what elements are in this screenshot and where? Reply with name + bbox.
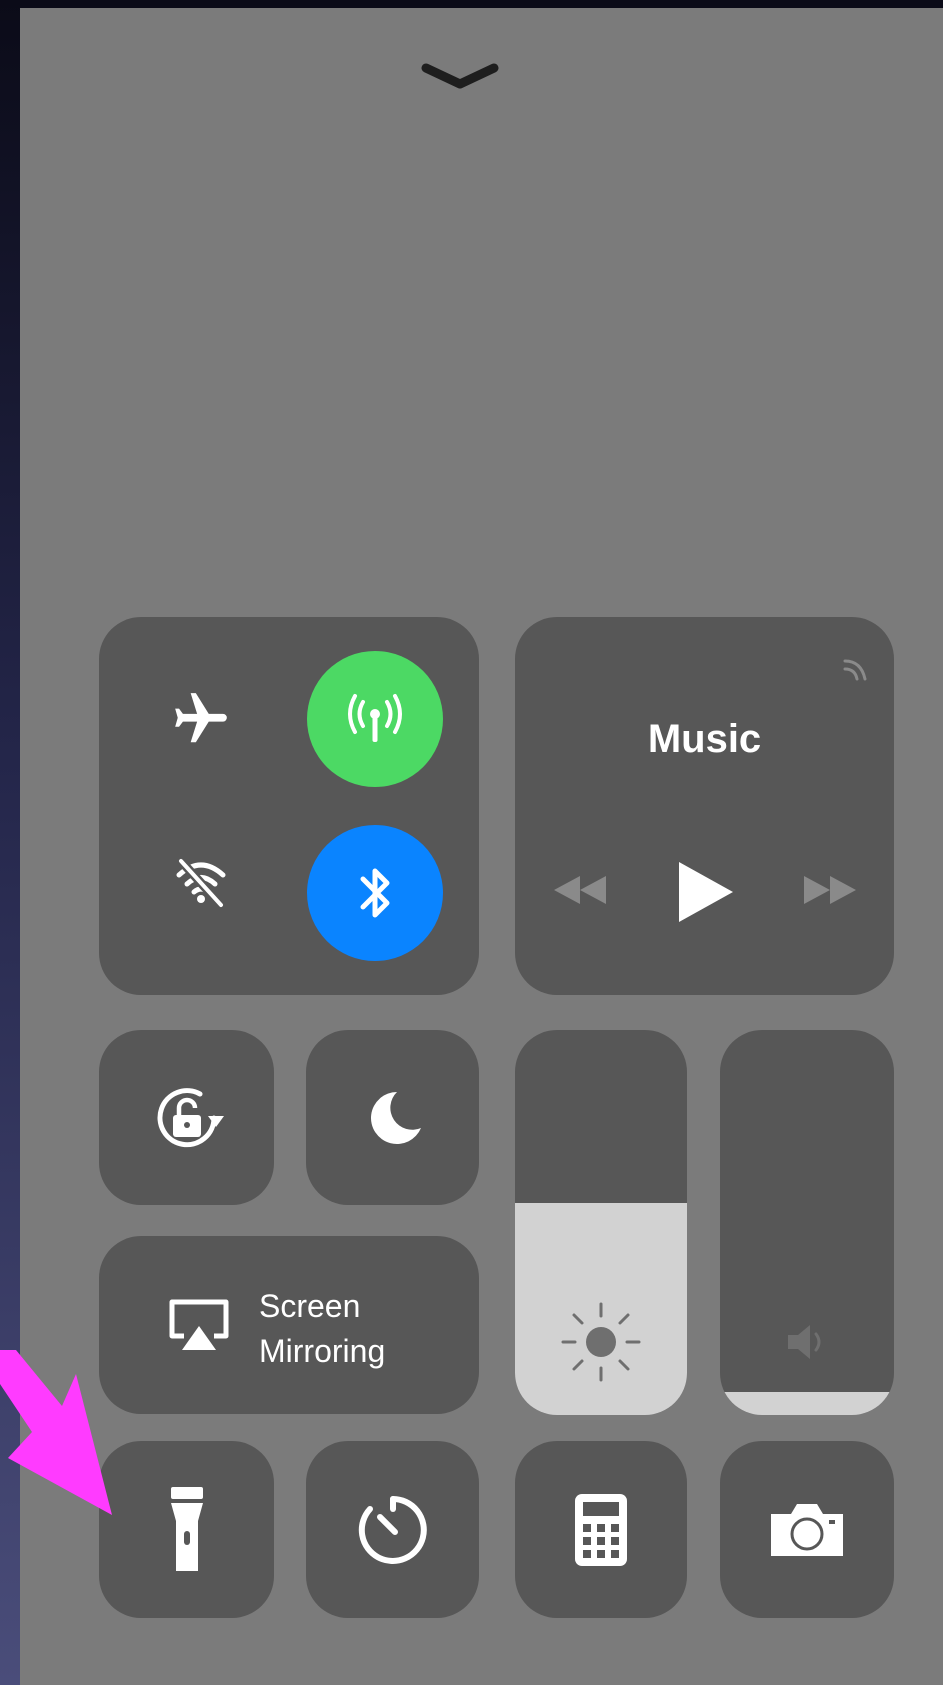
airplay-audio-icon[interactable] <box>837 647 877 687</box>
speaker-icon <box>775 1310 839 1374</box>
wifi-off-icon[interactable] <box>159 839 243 923</box>
control-center: Music Screen Mirroring <box>20 8 943 1685</box>
calculator-icon <box>515 1441 687 1618</box>
connectivity-module <box>99 617 479 995</box>
orientation-lock-icon <box>99 1030 274 1205</box>
brightness-slider[interactable] <box>515 1030 687 1415</box>
airplane-icon[interactable] <box>159 677 243 761</box>
screen-mirroring-label-line1: Screen <box>259 1288 361 1324</box>
camera-icon <box>720 1441 894 1618</box>
screen-mirroring-label-line2: Mirroring <box>259 1333 386 1369</box>
calculator-button[interactable] <box>515 1441 687 1618</box>
music-title: Music <box>647 717 762 761</box>
annotation-arrow <box>0 1350 130 1550</box>
bluetooth-icon <box>355 863 395 923</box>
fast-forward-icon[interactable] <box>795 865 865 915</box>
bluetooth-button[interactable] <box>307 825 443 961</box>
timer-icon <box>306 1441 479 1618</box>
airplay-screen-icon <box>161 1291 237 1359</box>
music-module[interactable]: Music <box>515 617 894 995</box>
timer-button[interactable] <box>306 1441 479 1618</box>
volume-slider[interactable] <box>720 1030 894 1415</box>
antenna-icon <box>342 686 408 752</box>
camera-button[interactable] <box>720 1441 894 1618</box>
rewind-icon[interactable] <box>545 865 615 915</box>
screen-mirroring-button[interactable]: Screen Mirroring <box>99 1236 479 1414</box>
chevron-down-icon[interactable] <box>420 58 500 98</box>
volume-level-fill <box>720 1391 894 1415</box>
screen-mirroring-label: Screen Mirroring <box>259 1284 385 1374</box>
cellular-data-button[interactable] <box>307 651 443 787</box>
moon-icon <box>306 1030 479 1205</box>
sun-icon <box>551 1292 651 1392</box>
orientation-lock-button[interactable] <box>99 1030 274 1205</box>
do-not-disturb-button[interactable] <box>306 1030 479 1205</box>
play-icon[interactable] <box>670 857 740 927</box>
